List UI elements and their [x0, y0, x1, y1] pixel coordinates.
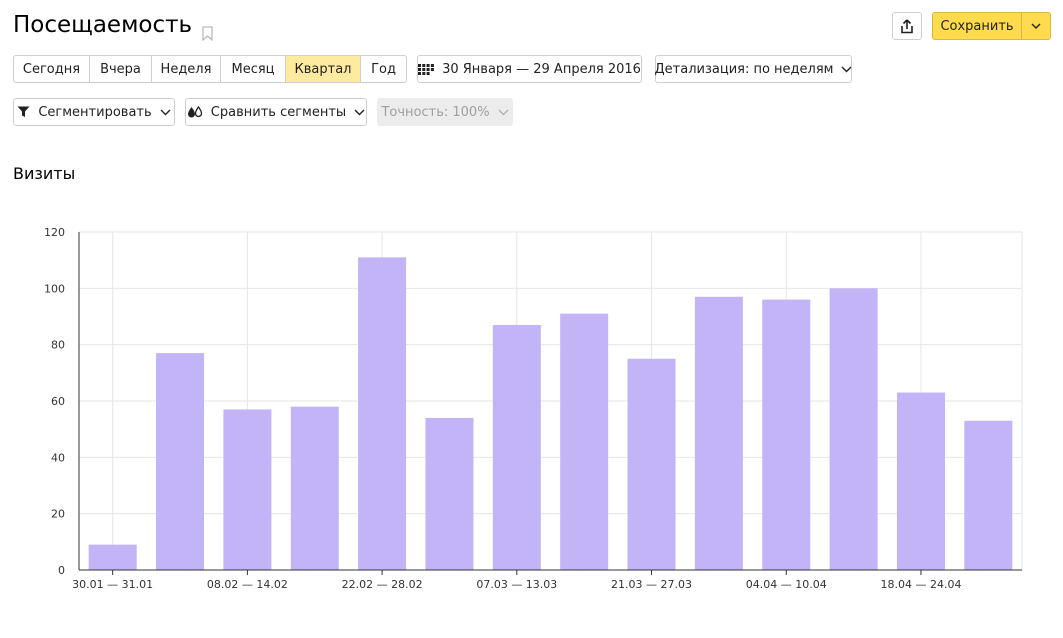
detail-label: Детализация: по неделям: [654, 61, 834, 77]
segment-label: Сегментировать: [38, 104, 152, 120]
bar: [358, 257, 407, 570]
calendar-icon: [418, 63, 434, 75]
y-tick-label: 100: [44, 282, 65, 295]
bookmark-icon[interactable]: [202, 19, 213, 41]
bar: [896, 392, 945, 570]
save-button[interactable]: Сохранить: [933, 13, 1021, 39]
accuracy-dropdown: Точность: 100%: [377, 98, 513, 126]
drops-icon: [187, 106, 203, 118]
y-tick-label: 60: [51, 395, 65, 408]
period-quarter[interactable]: Квартал: [285, 56, 360, 82]
period-year[interactable]: Год: [360, 56, 406, 82]
bar: [694, 296, 743, 570]
x-tick-label: 08.02 — 14.02: [207, 578, 288, 591]
x-tick-label: 21.03 — 27.03: [611, 578, 692, 591]
period-week[interactable]: Неделя: [151, 56, 220, 82]
bar: [290, 406, 339, 570]
bar: [425, 417, 474, 570]
period-selector: Сегодня Вчера Неделя Месяц Квартал Год: [13, 55, 407, 83]
x-tick-label: 22.02 — 28.02: [342, 578, 423, 591]
compare-segments-button[interactable]: Сравнить сегменты: [185, 98, 367, 126]
period-month[interactable]: Месяц: [220, 56, 285, 82]
save-dropdown-button[interactable]: [1021, 13, 1050, 39]
x-tick-label: 18.04 — 24.04: [880, 578, 961, 591]
x-tick-label: 30.01 — 31.01: [72, 578, 153, 591]
share-button[interactable]: [892, 12, 922, 40]
bar: [88, 544, 137, 570]
filter-icon: [17, 106, 30, 118]
chevron-down-icon: [1031, 23, 1041, 29]
page-title-text: Посещаемость: [13, 12, 193, 38]
chevron-down-icon: [498, 109, 509, 116]
save-button-group: Сохранить: [932, 12, 1051, 40]
chevron-down-icon: [160, 109, 171, 116]
share-icon: [900, 18, 914, 34]
section-title: Визиты: [13, 164, 76, 183]
x-tick-label: 04.04 — 10.04: [746, 578, 827, 591]
bar: [829, 288, 878, 570]
bar: [156, 353, 205, 570]
y-tick-label: 20: [51, 508, 65, 521]
bar: [560, 313, 609, 570]
chevron-down-icon: [354, 109, 365, 116]
detail-dropdown[interactable]: Детализация: по неделям: [655, 55, 852, 83]
date-range-button[interactable]: 30 Января — 29 Апреля 2016: [417, 55, 642, 83]
visits-chart: 0 20 40 60 80 100 120 30.01 — 31.01 08.02 — 14.0…: [44, 226, 1023, 591]
y-tick-label: 120: [44, 226, 65, 239]
y-tick-label: 40: [51, 451, 65, 464]
y-tick-label: 0: [58, 564, 65, 577]
segment-button[interactable]: Сегментировать: [13, 98, 175, 126]
compare-label: Сравнить сегменты: [210, 104, 347, 120]
period-yesterday[interactable]: Вчера: [89, 56, 151, 82]
bar: [964, 420, 1013, 570]
bar: [627, 358, 676, 570]
bar: [492, 324, 541, 570]
accuracy-label: Точность: 100%: [381, 104, 490, 120]
date-range-label: 30 Января — 29 Апреля 2016: [442, 61, 641, 77]
page-title: Посещаемость: [13, 10, 213, 41]
chevron-down-icon: [841, 66, 852, 73]
bar: [762, 299, 811, 570]
bar: [223, 409, 272, 570]
x-tick-label: 07.03 — 13.03: [476, 578, 557, 591]
y-tick-label: 80: [51, 339, 65, 352]
period-today[interactable]: Сегодня: [14, 56, 89, 82]
